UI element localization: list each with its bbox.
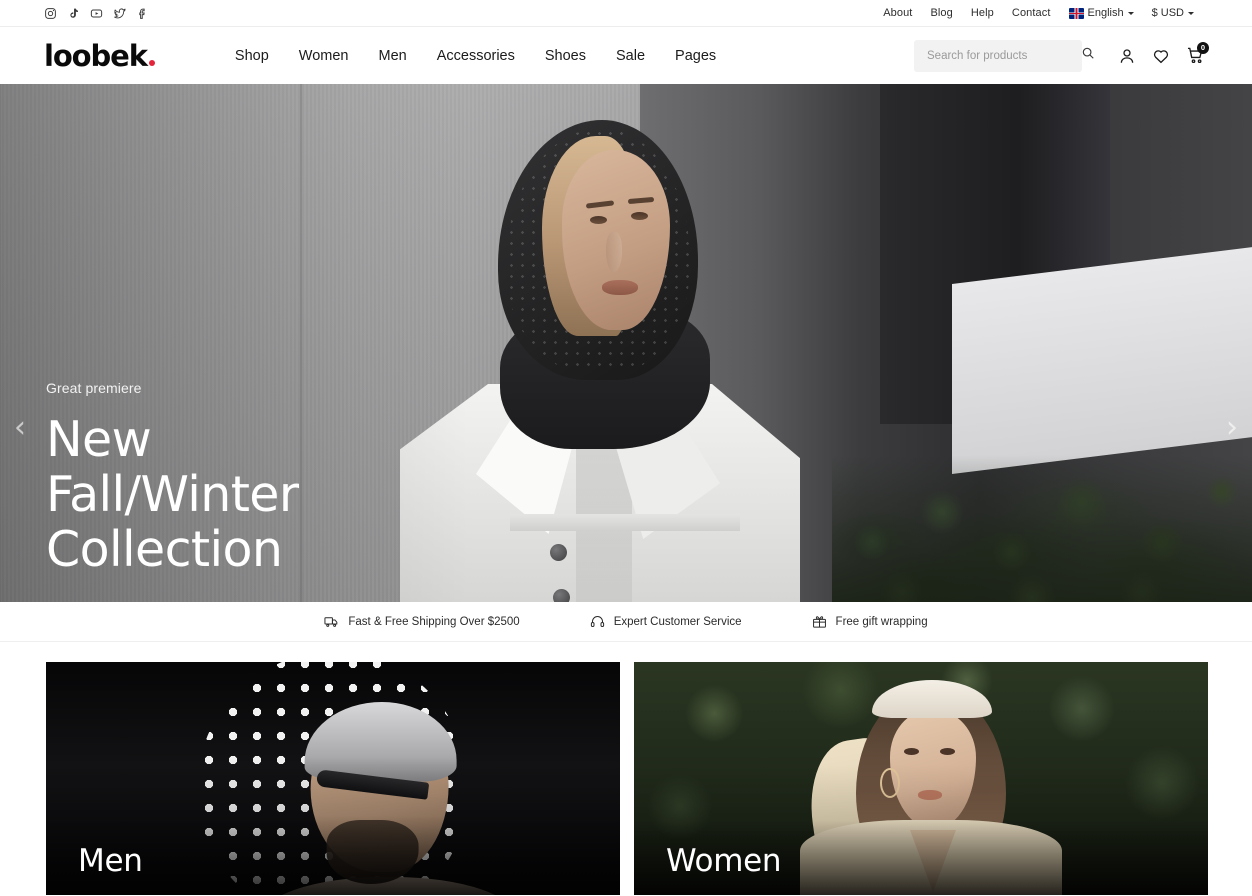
model-nose — [606, 232, 622, 272]
site-header: loobek Shop Women Men Accessories Shoes … — [0, 27, 1252, 84]
top-link-contact[interactable]: Contact — [1012, 7, 1051, 19]
nav-item-shop[interactable]: Shop — [235, 48, 269, 64]
model-coat-button — [553, 589, 570, 602]
facebook-icon[interactable] — [136, 7, 149, 20]
top-link-help[interactable]: Help — [971, 7, 994, 19]
top-link-blog[interactable]: Blog — [930, 7, 952, 19]
hero-foliage — [832, 392, 1252, 602]
feature-bar: Fast & Free Shipping Over $2500 Expert C… — [0, 602, 1252, 642]
category-label-women: Women — [666, 843, 782, 879]
youtube-icon[interactable] — [90, 7, 103, 20]
model-eye — [590, 216, 607, 224]
nav-item-accessories[interactable]: Accessories — [437, 48, 515, 64]
model-coat-button — [550, 544, 567, 561]
carousel-next-button[interactable]: › — [1226, 413, 1238, 443]
feature-gift-label: Free gift wrapping — [835, 615, 928, 628]
model-eye — [631, 212, 648, 220]
search-icon[interactable] — [1081, 46, 1095, 65]
top-link-about[interactable]: About — [883, 7, 912, 19]
category-label-men: Men — [78, 843, 143, 879]
nav-item-men[interactable]: Men — [378, 48, 406, 64]
nav-item-women[interactable]: Women — [299, 48, 349, 64]
social-links — [44, 7, 149, 20]
language-selector[interactable]: English — [1068, 7, 1134, 19]
feature-shipping: Fast & Free Shipping Over $2500 — [324, 614, 520, 629]
uk-flag-icon — [1068, 7, 1084, 19]
nav-item-pages[interactable]: Pages — [675, 48, 716, 64]
feature-gift: Free gift wrapping — [812, 614, 928, 629]
logo-text: loobek — [44, 38, 148, 73]
instagram-icon[interactable] — [44, 7, 57, 20]
twitter-icon[interactable] — [113, 7, 126, 20]
logo-dot-icon — [148, 59, 155, 66]
main-navigation: Shop Women Men Accessories Shoes Sale Pa… — [235, 48, 716, 64]
wishlist-button[interactable] — [1146, 41, 1176, 71]
search-input[interactable] — [927, 49, 1081, 62]
feature-service-label: Expert Customer Service — [613, 615, 742, 628]
cart-count-badge: 0 — [1197, 41, 1209, 54]
hero-eyebrow: Great premiere — [46, 380, 142, 396]
language-label: English — [1087, 7, 1124, 19]
headset-icon — [590, 614, 605, 629]
nav-item-sale[interactable]: Sale — [616, 48, 645, 64]
gift-icon — [812, 614, 827, 629]
nav-item-shoes[interactable]: Shoes — [545, 48, 586, 64]
feature-service: Expert Customer Service — [590, 614, 742, 629]
site-logo[interactable]: loobek — [44, 39, 155, 73]
category-card-women[interactable]: Women — [634, 662, 1208, 895]
model-belt — [510, 514, 740, 531]
hero-title: New Fall/Winter Collection — [46, 411, 299, 578]
account-button[interactable] — [1112, 41, 1142, 71]
chevron-down-icon — [1127, 12, 1134, 15]
page-root: About Blog Help Contact English $ USD lo… — [0, 0, 1252, 896]
category-card-men[interactable]: Men — [46, 662, 620, 895]
top-bar-right: About Blog Help Contact English $ USD — [883, 7, 1194, 19]
model-lips — [602, 280, 638, 295]
feature-shipping-label: Fast & Free Shipping Over $2500 — [348, 615, 520, 628]
header-actions: 0 — [914, 39, 1210, 72]
currency-selector[interactable]: $ USD — [1152, 7, 1194, 19]
cart-button[interactable]: 0 — [1180, 41, 1210, 71]
currency-label: $ USD — [1151, 7, 1184, 19]
category-grid: Men Women — [0, 642, 1252, 895]
truck-icon — [324, 614, 339, 629]
carousel-prev-button[interactable]: ‹ — [14, 413, 26, 443]
hero-content: Great premiere New Fall/Winter Collectio… — [46, 380, 299, 602]
top-bar: About Blog Help Contact English $ USD — [0, 0, 1252, 27]
tiktok-icon[interactable] — [67, 7, 80, 20]
search-box[interactable] — [914, 39, 1094, 72]
hero-carousel: Great premiere New Fall/Winter Collectio… — [0, 84, 1252, 602]
chevron-down-icon — [1188, 12, 1194, 15]
